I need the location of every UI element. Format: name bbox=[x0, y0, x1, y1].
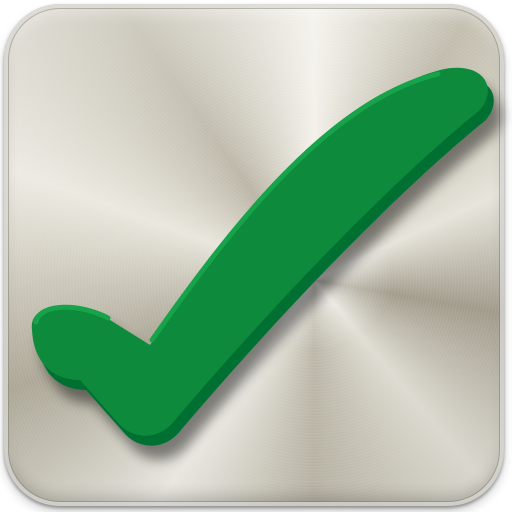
checkmark-group bbox=[31, 67, 494, 446]
app-icon[interactable] bbox=[0, 0, 512, 512]
checkmark-icon bbox=[31, 67, 494, 446]
checkmark-face bbox=[31, 67, 488, 436]
